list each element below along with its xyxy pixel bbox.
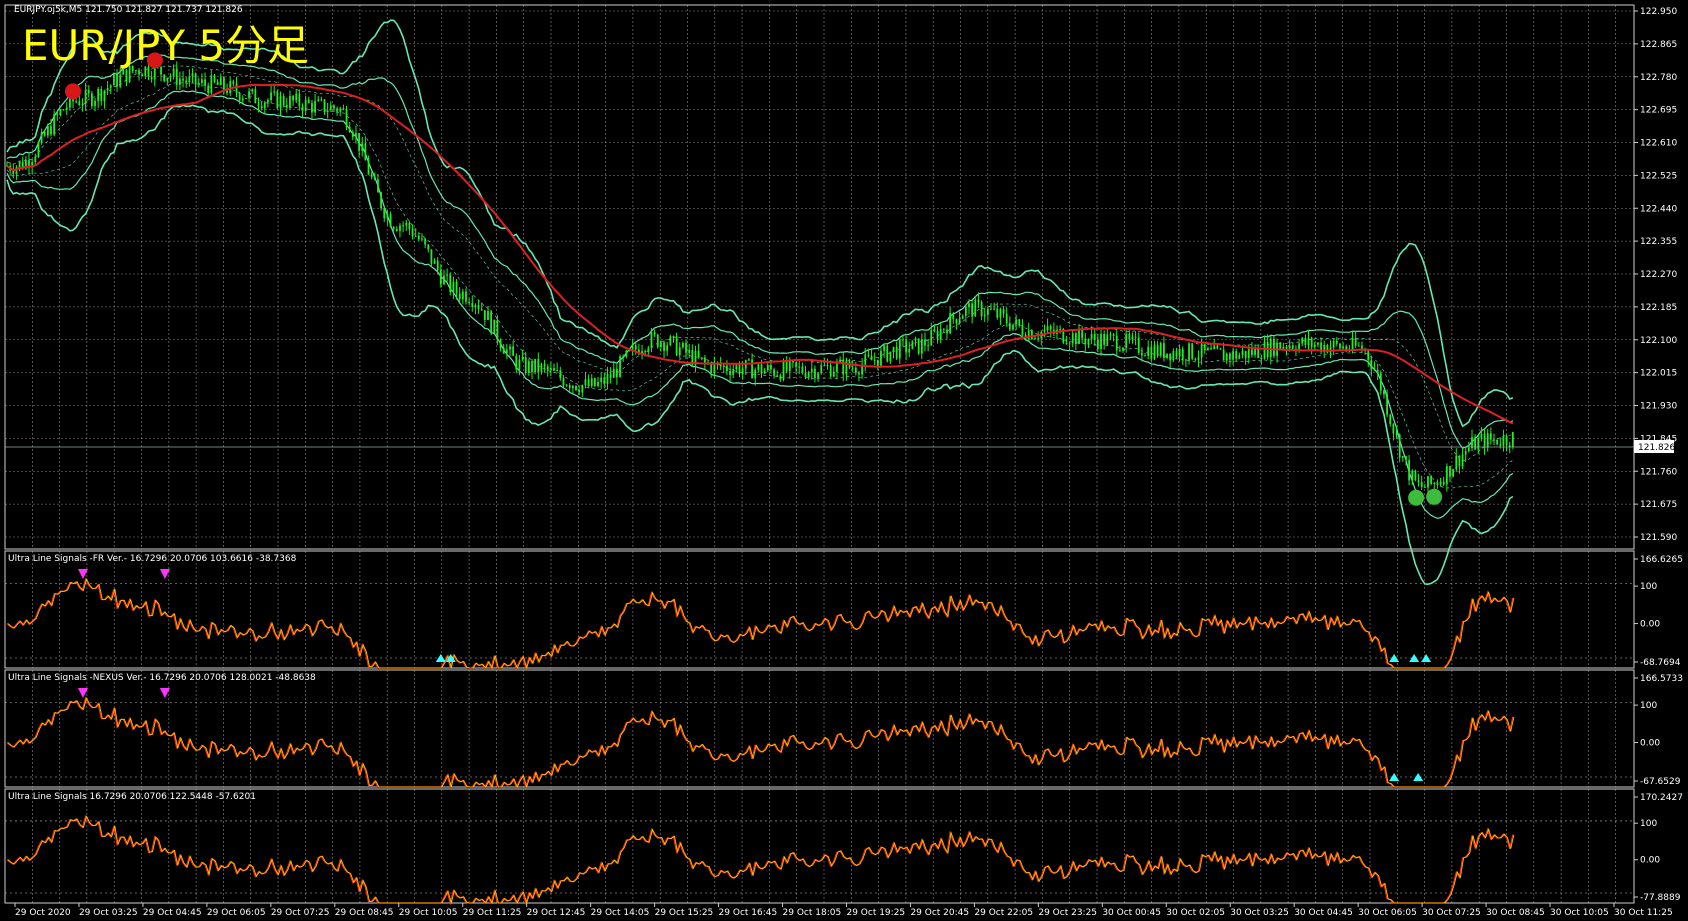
time-tick-label: 29 Oct 2020 (15, 908, 71, 918)
time-tick-label: 30 Oct 03:25 (1230, 908, 1289, 918)
price-tick-label: 122.610 (1640, 139, 1677, 149)
time-tick-label: 30 Oct 06:05 (1358, 908, 1417, 918)
indicator-label: Ultra Line Signals -FR Ver.- 16.7296 20.… (8, 554, 297, 564)
time-tick-label: 30 Oct 07:25 (1422, 908, 1481, 918)
time-tick-label: 30 Oct 11:25 (1614, 908, 1673, 918)
price-tick-label: 122.355 (1640, 237, 1677, 247)
indicator-scale-label: -68.7694 (1640, 658, 1681, 668)
indicator-scale-label: 0.00 (1640, 620, 1660, 630)
indicator-scale-label: 0.00 (1640, 856, 1660, 866)
time-tick-label: 30 Oct 10:05 (1550, 908, 1609, 918)
indicator-scale-label: 100 (1640, 819, 1657, 829)
indicator-scale-label: -67.6529 (1640, 777, 1681, 787)
indicator-scale-label: 170.2427 (1640, 793, 1683, 803)
chart-background (0, 0, 1688, 921)
time-tick-label: 29 Oct 04:45 (143, 908, 202, 918)
indicator-scale-label: 0.00 (1640, 739, 1660, 749)
price-tick-label: 121.930 (1640, 402, 1677, 412)
price-tick-label: 122.100 (1640, 336, 1677, 346)
price-tick-label: 122.950 (1640, 7, 1677, 17)
indicator-label: Ultra Line Signals -NEXUS Ver.- 16.7296 … (8, 673, 316, 683)
price-tick-label: 122.185 (1640, 303, 1677, 313)
price-tick-label: 121.760 (1640, 467, 1677, 477)
price-tick-label: 122.865 (1640, 40, 1677, 50)
time-tick-label: 30 Oct 04:45 (1294, 908, 1353, 918)
time-tick-label: 29 Oct 10:05 (399, 908, 458, 918)
time-tick-label: 29 Oct 16:45 (719, 908, 778, 918)
chart-canvas[interactable]: Ultra Line Signals -FR Ver.- 16.7296 20.… (0, 0, 1688, 921)
price-tick-label: 122.695 (1640, 106, 1677, 116)
overlay-title: EUR/JPY 5分足 (22, 21, 309, 70)
indicator-scale-label: -77.8889 (1640, 893, 1681, 903)
time-tick-label: 30 Oct 00:45 (1102, 908, 1161, 918)
time-tick-label: 29 Oct 06:05 (207, 908, 266, 918)
time-tick-label: 29 Oct 08:45 (335, 908, 394, 918)
time-tick-label: 29 Oct 07:25 (271, 908, 330, 918)
price-tick-label: 122.440 (1640, 204, 1677, 214)
time-tick-label: 30 Oct 02:05 (1166, 908, 1225, 918)
sell-signal-marker (64, 83, 81, 100)
buy-signal-marker (1426, 488, 1443, 505)
indicator-scale-label: 100 (1640, 582, 1657, 592)
time-tick-label: 29 Oct 15:25 (655, 908, 714, 918)
window-title: EURJPY.oj5k,M5 121.750 121.827 121.737 1… (14, 5, 243, 15)
price-tick-label: 122.525 (1640, 171, 1677, 181)
current-price-label: 121.826 (1638, 443, 1675, 453)
indicator-scale-label: 100 (1640, 701, 1657, 711)
buy-signal-marker (1408, 489, 1425, 506)
time-tick-label: 29 Oct 03:25 (79, 908, 138, 918)
price-tick-label: 122.015 (1640, 369, 1677, 379)
time-tick-label: 29 Oct 14:05 (591, 908, 650, 918)
price-tick-label: 122.270 (1640, 270, 1677, 280)
indicator-label: Ultra Line Signals 16.7296 20.0706 122.5… (8, 792, 256, 802)
price-tick-label: 122.780 (1640, 73, 1677, 83)
price-tick-label: 121.675 (1640, 500, 1677, 510)
indicator-scale-label: 166.5733 (1640, 674, 1683, 684)
time-tick-label: 29 Oct 18:05 (783, 908, 842, 918)
time-tick-label: 29 Oct 11:25 (463, 908, 522, 918)
indicator-scale-label: 166.6265 (1640, 555, 1683, 565)
time-tick-label: 29 Oct 19:25 (846, 908, 905, 918)
time-tick-label: 29 Oct 23:25 (1038, 908, 1097, 918)
time-tick-label: 30 Oct 08:45 (1486, 908, 1545, 918)
price-tick-label: 121.590 (1640, 533, 1677, 543)
time-tick-label: 29 Oct 22:05 (974, 908, 1033, 918)
time-tick-label: 29 Oct 20:45 (910, 908, 969, 918)
time-tick-label: 29 Oct 12:45 (527, 908, 586, 918)
